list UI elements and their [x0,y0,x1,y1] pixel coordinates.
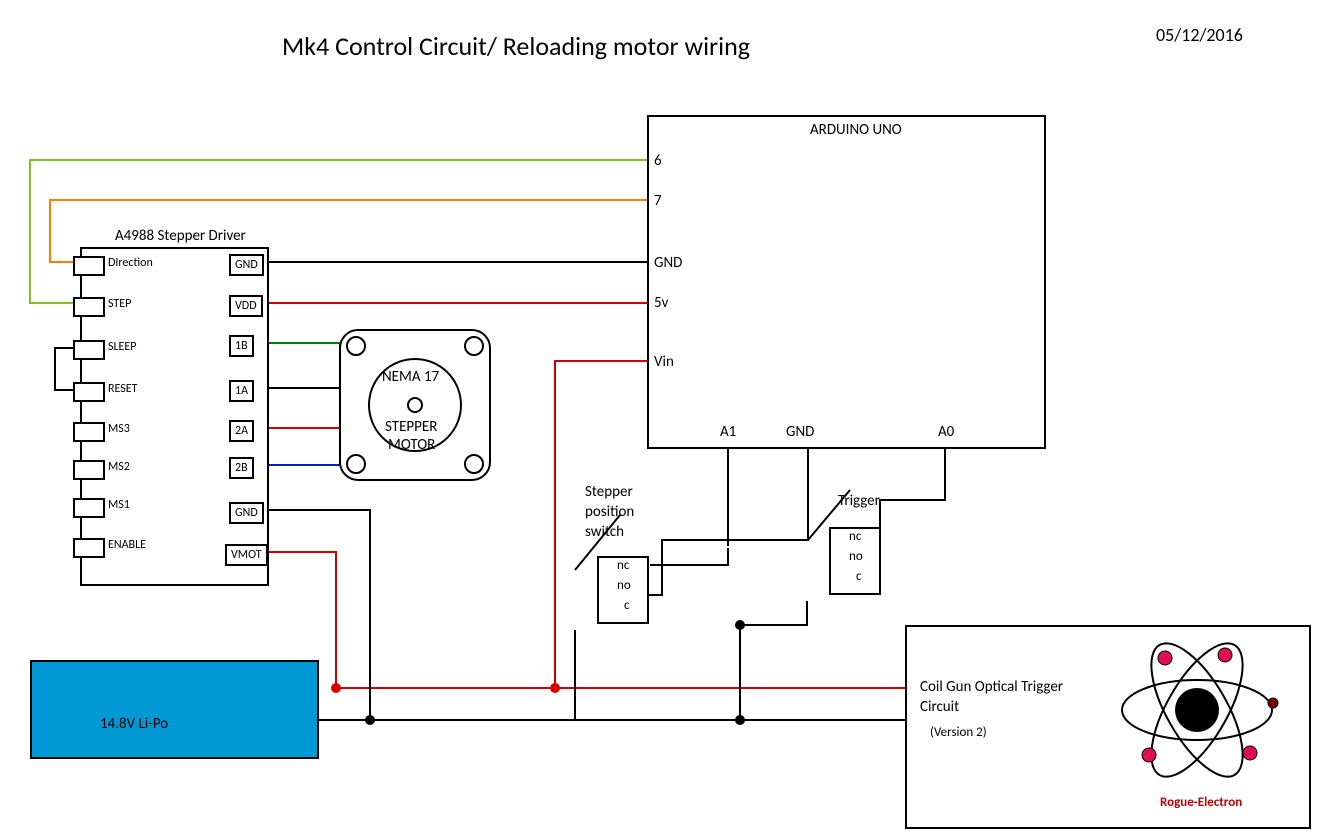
driver-right-pin: 2B [229,457,254,479]
driver-left-pin-label: MS1 [108,498,130,512]
atom-logo-icon [1105,630,1290,800]
trigger-pin-no: no [849,549,863,564]
switch-pin-nc: nc [617,558,629,573]
optical-label-line1: Coil Gun Optical Trigger [920,678,1063,696]
optical-version: (Version 2) [930,725,987,740]
driver-right-pin: 2A [229,420,254,442]
motor-label-line1: NEMA 17 [382,368,439,386]
battery-box [30,660,319,759]
driver-right-pin: VDD [229,295,263,317]
trigger-pin-c: c [856,569,862,584]
driver-left-pin-label: SLEEP [108,340,136,354]
driver-right-pin: 1B [229,335,254,357]
motor-label-line3: MOTOR [388,436,435,454]
driver-right-pin: GND [229,502,264,524]
switch-pin-c: c [624,598,630,613]
switch-pin-no: no [617,578,631,593]
driver-left-pin-label: RESET [108,382,137,396]
driver-left-pin-label: MS3 [108,422,130,436]
trigger-switch-label: Trigger [838,492,880,510]
stepper-switch-label3: switch [585,523,624,541]
driver-left-pin-label: ENABLE [108,538,146,552]
battery-label: 14.8V Li-Po [100,715,168,733]
driver-right-pin: GND [229,254,264,276]
driver-left-pin-label: MS2 [108,460,130,474]
trigger-pin-nc: nc [849,529,861,544]
optical-label-line2: Circuit [920,698,959,716]
driver-left-pin-label: STEP [108,297,131,311]
driver-right-pin: 1A [229,380,254,402]
motor-label-line2: STEPPER [385,418,437,436]
driver-left-pin-label: DIrection [108,256,153,270]
stepper-switch-label2: position [585,503,634,521]
optical-brand: Rogue-Electron [1160,795,1242,810]
driver-right-pin: VMOT [225,544,268,566]
stepper-switch-label1: Stepper [585,483,633,501]
stepper-motor-icon [330,320,500,490]
